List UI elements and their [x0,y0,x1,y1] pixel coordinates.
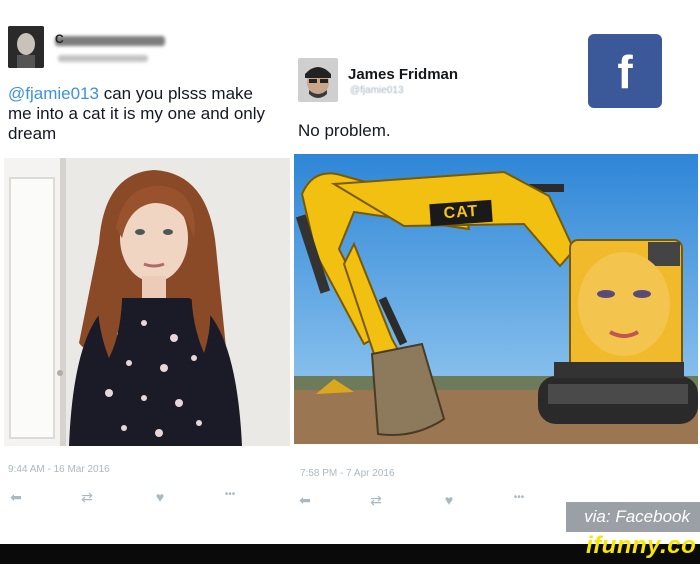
right-retweet-icon[interactable]: ⇄ [366,492,386,509]
right-like-icon[interactable]: ♥ [439,492,459,508]
left-username-initial: C [55,32,64,46]
left-photo [4,158,290,446]
ifunny-logo: ifunny.co [586,532,697,559]
right-more-icon[interactable]: ••• [509,492,529,503]
right-display-name[interactable]: James Fridman [348,66,458,83]
right-timestamp[interactable]: 7:58 PM - 7 Apr 2016 [300,468,395,479]
left-tweet-text: @fjamie013 can you plsss make me into a … [8,84,278,144]
right-avatar[interactable] [298,58,338,102]
left-more-icon[interactable]: ••• [220,489,240,500]
excavator-photo-illustration [294,154,698,444]
left-like-icon[interactable]: ♥ [150,489,170,505]
left-timestamp[interactable]: 9:44 AM - 16 Mar 2016 [8,464,110,475]
facebook-logo-icon: f [588,34,662,108]
left-avatar[interactable] [8,26,44,68]
via-facebook-watermark: via: Facebook [566,502,700,532]
left-mention-link[interactable]: @fjamie013 [8,84,99,103]
right-avatar-image [298,58,338,102]
girl-photo-illustration [4,158,290,446]
left-handle-blurred [58,55,148,62]
left-retweet-icon[interactable]: ⇄ [77,489,97,506]
right-tweet-text: No problem. [298,121,391,140]
cat-logo-badge: CAT [429,199,493,227]
left-reply-icon[interactable]: ⬅ [6,489,26,506]
right-reply-icon[interactable]: ⬅ [295,492,315,509]
left-avatar-image [8,26,44,68]
left-username-blurred [55,36,165,46]
right-photo: CAT [294,154,698,444]
right-handle: @fjamie013 [350,85,404,96]
